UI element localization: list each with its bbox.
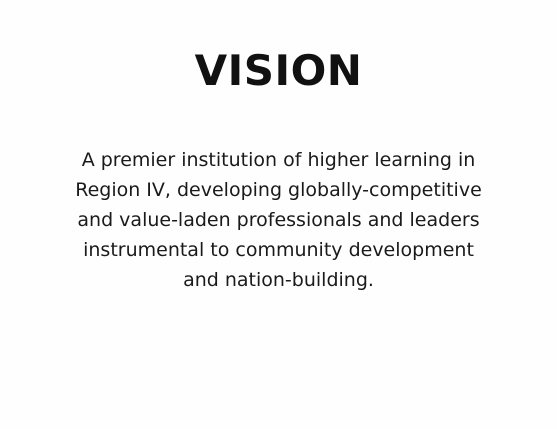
vision-statement-line: Region IV, developing globally-competiti… [75, 179, 482, 201]
vision-statement-line: A premier institution of higher learning… [81, 149, 476, 171]
vision-statement: A premier institution of higher learning… [30, 145, 527, 295]
vision-statement-line: and nation-building. [183, 269, 374, 291]
vision-card: VISION A premier institution of higher l… [0, 0, 557, 429]
vision-statement-line: instrumental to community development [83, 239, 474, 261]
vision-heading: VISION [194, 46, 363, 95]
vision-statement-line: and value-laden professionals and leader… [77, 209, 480, 231]
